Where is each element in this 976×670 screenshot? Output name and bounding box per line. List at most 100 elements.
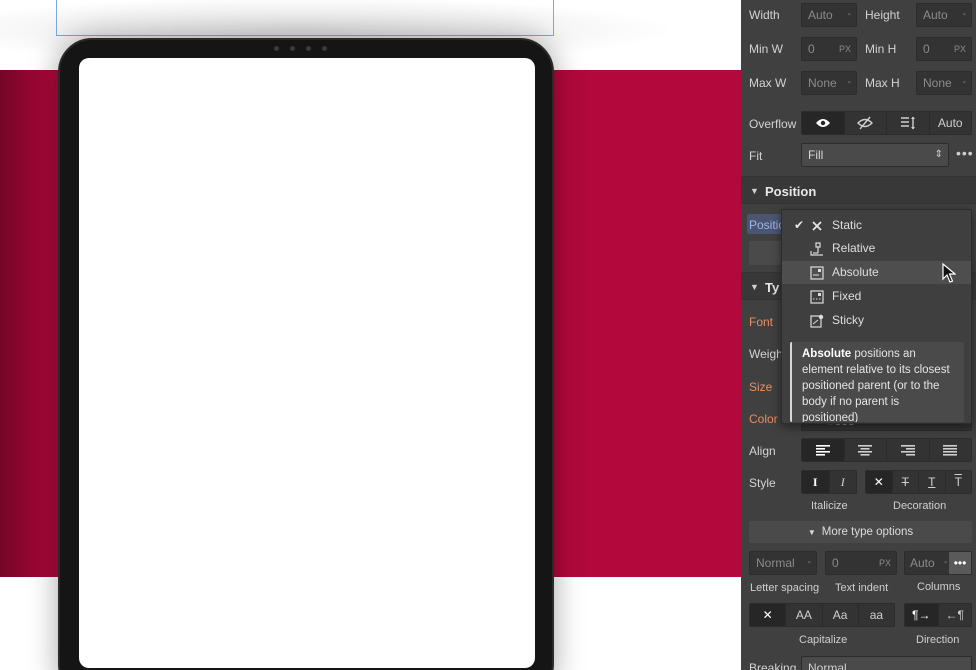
overflow-visible-button[interactable]	[802, 112, 845, 134]
more-dots-icon[interactable]: •••	[956, 145, 974, 161]
eye-slash-icon	[857, 116, 874, 130]
overflow-control: Auto	[801, 111, 972, 135]
direction-control: ¶→ ←¶	[904, 603, 972, 627]
min-width-label: Min W	[749, 42, 783, 56]
x-icon: ✕	[873, 475, 884, 489]
check-icon: ✔	[794, 218, 805, 232]
strikethrough-button[interactable]: T	[893, 471, 919, 493]
capitalize-button[interactable]: Aa	[823, 604, 859, 626]
columns-input[interactable]: Auto - •••	[904, 551, 972, 575]
align-right-button[interactable]	[887, 439, 930, 461]
updown-icon: ⇕	[934, 149, 943, 160]
align-justify-button[interactable]	[930, 439, 972, 461]
decoration-control: ✕ T T T	[865, 470, 972, 494]
overline-button[interactable]: T	[946, 471, 972, 493]
direction-ltr-button[interactable]: ¶→	[905, 604, 939, 626]
height-label: Height	[865, 8, 900, 22]
height-value: Auto	[923, 8, 948, 22]
position-option-sticky[interactable]: Sticky	[782, 309, 971, 332]
tooltip-title: Absolute	[802, 348, 852, 360]
lowercase-button[interactable]: aa	[859, 604, 894, 626]
overflow-label: Overflow	[749, 117, 797, 131]
design-canvas[interactable]	[0, 0, 741, 670]
align-right-icon	[900, 444, 915, 456]
italicize-caption: Italicize	[811, 500, 848, 512]
text-indent-caption: Text indent	[835, 582, 889, 594]
letter-spacing-caption: Letter spacing	[750, 582, 820, 594]
x-icon	[812, 221, 822, 231]
align-center-button[interactable]	[845, 439, 887, 461]
position-option-static[interactable]: ✔ Static	[782, 214, 971, 237]
underline-button[interactable]: T	[919, 471, 946, 493]
tablet-camera	[270, 46, 330, 52]
overflow-auto-button[interactable]: Auto	[930, 112, 972, 134]
unit-label: PX	[953, 44, 966, 54]
capitalize-caption: Capitalize	[799, 634, 848, 646]
more-type-options-label: More type options	[821, 526, 914, 538]
align-left-icon	[815, 444, 830, 456]
overflow-hidden-button[interactable]	[845, 112, 887, 134]
caret-down-icon: ▼	[750, 282, 759, 292]
max-height-input[interactable]: None -	[916, 71, 972, 95]
min-height-input[interactable]: 0 PX	[916, 37, 972, 61]
position-section-header[interactable]: ▼ Position	[741, 176, 976, 204]
caret-icon: -	[944, 557, 948, 568]
height-input[interactable]: Auto -	[916, 3, 972, 27]
position-tooltip: Absolute positions an element relative t…	[790, 342, 964, 422]
align-justify-icon	[943, 444, 958, 456]
more-dots-icon[interactable]: •••	[949, 552, 971, 574]
italic-on-button[interactable]: I	[830, 471, 857, 493]
caret-down-icon: ▼	[750, 186, 759, 196]
min-width-input[interactable]: 0 PX	[801, 37, 857, 61]
max-height-value: None	[923, 76, 952, 90]
max-width-input[interactable]: None -	[801, 71, 857, 95]
decoration-caption: Decoration	[893, 500, 947, 512]
min-height-value: 0	[923, 42, 930, 56]
overflow-scroll-button[interactable]	[887, 112, 930, 134]
strikethrough-icon: T	[901, 475, 909, 489]
style-label: Style	[749, 476, 776, 490]
x-icon: ✕	[762, 608, 773, 622]
capitalize-none-button[interactable]: ✕	[750, 604, 787, 626]
position-option-fixed[interactable]: Fixed	[782, 285, 971, 308]
sticky-icon	[810, 314, 824, 328]
lowercase-icon: aa	[869, 608, 884, 622]
more-type-options-button[interactable]: ▼ More type options	[749, 521, 972, 543]
letter-spacing-input[interactable]: Normal -	[749, 551, 817, 575]
uppercase-button[interactable]: AA	[786, 604, 823, 626]
breaking-select[interactable]: Normal	[801, 656, 972, 670]
italicize-control: I I	[801, 470, 857, 494]
unit-label: PX	[838, 44, 851, 54]
text-indent-input[interactable]: 0 PX	[825, 551, 897, 575]
tablet-mockup[interactable]	[58, 38, 554, 670]
align-left-button[interactable]	[802, 439, 845, 461]
uppercase-icon: AA	[795, 608, 812, 622]
width-value: Auto	[808, 8, 833, 22]
option-label: Fixed	[832, 289, 862, 303]
breaking-label: Breaking	[749, 661, 797, 670]
caret-icon: -	[962, 9, 966, 20]
min-width-value: 0	[808, 42, 815, 56]
option-label: Relative	[832, 241, 876, 255]
fixed-icon	[810, 290, 824, 304]
italic-off-button[interactable]: I	[802, 471, 830, 493]
width-input[interactable]: Auto -	[801, 3, 857, 27]
decoration-none-button[interactable]: ✕	[866, 471, 893, 493]
text-cursor-icon: I	[812, 474, 818, 489]
breaking-value: Normal	[808, 661, 847, 670]
letter-spacing-value: Normal	[756, 556, 795, 570]
option-label: Static	[832, 218, 863, 232]
min-height-label: Min H	[865, 42, 897, 56]
position-option-relative[interactable]: Relative	[782, 237, 971, 260]
capitalize-icon: Aa	[832, 608, 848, 622]
fit-select[interactable]: Fill ⇕	[801, 143, 949, 167]
max-height-label: Max H	[865, 76, 900, 90]
columns-caption: Columns	[917, 581, 961, 593]
selected-element-outline[interactable]	[56, 0, 554, 36]
ltr-icon: ¶→	[912, 608, 931, 622]
tablet-screen[interactable]	[79, 58, 535, 668]
mouse-pointer-icon	[942, 263, 956, 283]
fit-value: Fill	[808, 148, 824, 162]
color-label: Color	[749, 412, 778, 426]
direction-rtl-button[interactable]: ←¶	[939, 604, 972, 626]
